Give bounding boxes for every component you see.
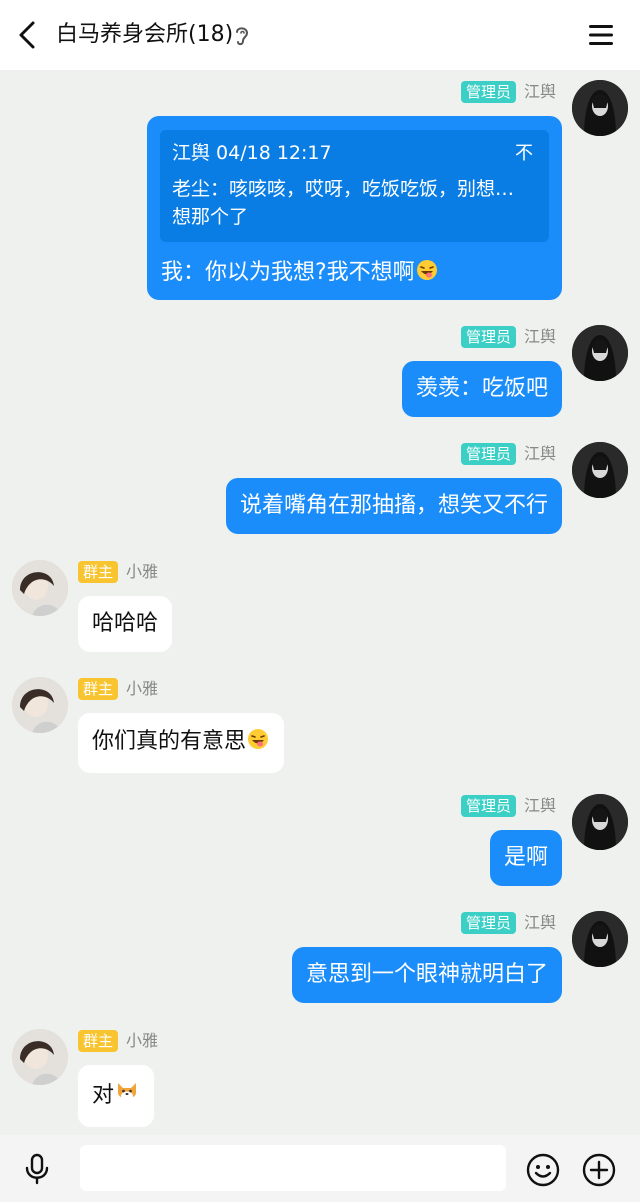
message-bubble[interactable]: 哈哈哈 — [78, 596, 173, 652]
avatar[interactable] — [572, 442, 628, 498]
admin-badge: 管理员 — [460, 443, 516, 465]
message-text: 意思到一个眼神就明白了 — [305, 962, 548, 987]
input-bar — [0, 1135, 640, 1202]
message-input[interactable] — [80, 1145, 506, 1191]
sender-name[interactable]: 江舆 — [524, 795, 556, 817]
message-text: 说着嘴角在那抽搐，想笑又不行 — [239, 493, 548, 518]
smiley-face-icon[interactable] — [526, 1153, 560, 1187]
sender-name[interactable]: 江舆 — [524, 912, 556, 934]
message-row: 管理员 江舆 意思到一个眼神就明白了 — [0, 911, 640, 1006]
message-meta: 群主 小雅 — [78, 677, 158, 701]
sender-name[interactable]: 江舆 — [524, 326, 556, 348]
plus-circle-icon[interactable] — [582, 1153, 616, 1187]
message-text: 你们真的有意思 — [92, 729, 247, 754]
message-meta: 管理员 江舆 — [460, 325, 556, 349]
chat-title[interactable]: 白马养身会所(18) — [56, 19, 233, 51]
owner-badge: 群主 — [78, 678, 119, 700]
ear-icon[interactable] — [233, 24, 251, 48]
message-meta: 管理员 江舆 — [460, 442, 556, 466]
avatar[interactable] — [572, 80, 628, 136]
message-row: 群主 小雅 你们真的有意思 — [0, 677, 640, 773]
message-text: 哈哈哈 — [92, 611, 159, 636]
message-bubble[interactable]: 羡羡：吃饭吧 — [401, 361, 562, 417]
message-bubble[interactable]: 是啊 — [489, 830, 562, 886]
message-meta: 群主 小雅 — [78, 560, 158, 584]
message-bubble[interactable]: 说着嘴角在那抽搐，想笑又不行 — [225, 478, 562, 534]
message-text: 羡羡：吃饭吧 — [415, 376, 548, 401]
avatar[interactable] — [12, 1029, 68, 1085]
message-bubble[interactable]: 对 — [78, 1065, 155, 1127]
quote-text: 老尘：咳咳咳，哎呀，吃饭吃饭，别想…想那个了 — [172, 178, 515, 228]
message-meta: 管理员 江舆 — [460, 80, 556, 104]
microphone-icon[interactable] — [22, 1153, 52, 1185]
message-row: 管理员 江舆 是啊 — [0, 794, 640, 889]
quote-header: 江舆 04/18 12:17 — [172, 142, 332, 164]
avatar[interactable] — [572, 325, 628, 381]
admin-badge: 管理员 — [460, 912, 516, 934]
message-row: 群主 小雅 对 — [0, 1029, 640, 1127]
avatar[interactable] — [12, 677, 68, 733]
message-text: 对 — [92, 1083, 115, 1108]
admin-badge: 管理员 — [460, 795, 516, 817]
admin-badge: 管理员 — [460, 81, 516, 103]
message-row: 管理员 江舆 羡羡：吃饭吧 — [0, 325, 640, 420]
avatar[interactable] — [572, 911, 628, 967]
message-bubble[interactable]: 你们真的有意思 — [78, 713, 285, 773]
hamburger-menu-icon[interactable] — [586, 21, 616, 49]
message-meta: 群主 小雅 — [78, 1029, 158, 1053]
shiba-dog-emoji — [114, 1079, 140, 1113]
message-meta: 管理员 江舆 — [460, 794, 556, 818]
sender-name[interactable]: 小雅 — [126, 678, 158, 700]
sender-name[interactable]: 小雅 — [126, 1030, 158, 1052]
quoted-message[interactable]: 江舆 04/18 12:17 不 老尘：咳咳咳，哎呀，吃饭吃饭，别想…想那个了 — [160, 130, 549, 242]
message-row: 管理员 江舆 我：你以为我想?我不想啊 江舆 04/18 12:17 不 老尘：… — [0, 80, 640, 300]
sender-name[interactable]: 江舆 — [524, 443, 556, 465]
avatar[interactable] — [572, 794, 628, 850]
laughing-tongue-emoji — [246, 727, 270, 759]
laughing-tongue-emoji — [415, 258, 439, 290]
quote-action[interactable]: 不 — [515, 142, 533, 166]
message-text: 我：你以为我想?我不想啊 — [161, 260, 415, 285]
admin-badge: 管理员 — [460, 326, 516, 348]
owner-badge: 群主 — [78, 1030, 119, 1052]
message-text: 是啊 — [503, 845, 548, 870]
chevron-left-icon[interactable] — [14, 20, 42, 50]
sender-name[interactable]: 小雅 — [126, 561, 158, 583]
message-row: 管理员 江舆 说着嘴角在那抽搐，想笑又不行 — [0, 442, 640, 537]
avatar[interactable] — [12, 560, 68, 616]
message-bubble[interactable]: 意思到一个眼神就明白了 — [291, 947, 562, 1003]
message-meta: 管理员 江舆 — [460, 911, 556, 935]
message-row: 群主 小雅 哈哈哈 — [0, 560, 640, 655]
sender-name[interactable]: 江舆 — [524, 81, 556, 103]
top-bar: 白马养身会所(18) — [0, 0, 640, 70]
owner-badge: 群主 — [78, 561, 119, 583]
